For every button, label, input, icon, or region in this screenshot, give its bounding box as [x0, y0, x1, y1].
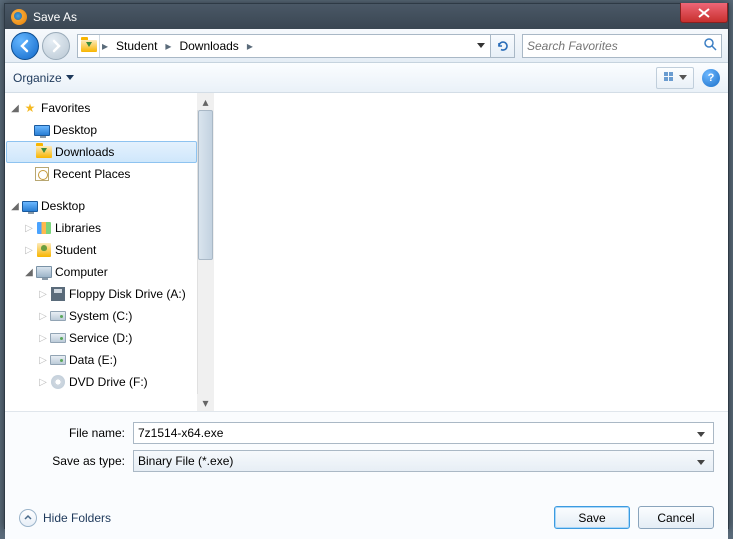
- chevron-down-icon: [477, 43, 485, 48]
- chevron-right-icon[interactable]: ▸: [100, 39, 110, 53]
- body: ◢ ★ Favorites Desktop Downloads Recent P…: [5, 93, 728, 411]
- tree-student[interactable]: ▷ Student: [5, 239, 198, 261]
- path-dropdown[interactable]: [472, 35, 490, 57]
- tree-floppy-a[interactable]: ▷ Floppy Disk Drive (A:): [5, 283, 198, 305]
- scrollbar-thumb[interactable]: [198, 110, 213, 260]
- tree-service-d[interactable]: ▷ Service (D:): [5, 327, 198, 349]
- collapse-icon[interactable]: ◢: [9, 201, 21, 212]
- tree-data-e[interactable]: ▷ Data (E:): [5, 349, 198, 371]
- recent-icon: [35, 167, 49, 181]
- type-value: Binary File (*.exe): [138, 454, 693, 468]
- firefox-icon: [11, 9, 27, 25]
- tree-downloads[interactable]: Downloads: [6, 141, 197, 163]
- chevron-down-icon: [697, 432, 705, 437]
- tree-desktop[interactable]: Desktop: [5, 119, 198, 141]
- scroll-down-button[interactable]: ▾: [197, 394, 214, 411]
- chevron-down-icon: [679, 75, 687, 80]
- forward-button[interactable]: [42, 32, 70, 60]
- save-button[interactable]: Save: [554, 506, 630, 529]
- window-title: Save As: [33, 10, 77, 24]
- expand-icon[interactable]: ▷: [37, 311, 49, 322]
- filename-combo[interactable]: [133, 422, 714, 444]
- chevron-right-icon[interactable]: ▸: [245, 39, 255, 53]
- filename-label: File name:: [19, 426, 133, 440]
- downloads-icon: [36, 146, 52, 158]
- expand-icon[interactable]: ▷: [37, 289, 49, 300]
- expand-icon[interactable]: ▷: [37, 377, 49, 388]
- titlebar: Save As: [5, 4, 728, 29]
- toolbar: Organize ?: [5, 63, 728, 93]
- scroll-up-button[interactable]: ▴: [197, 93, 214, 110]
- tree-desktop-root[interactable]: ◢ Desktop: [5, 195, 198, 217]
- floppy-icon: [51, 287, 65, 301]
- chevron-down-icon: [66, 75, 74, 80]
- navbar: ▸ Student ▸ Downloads ▸: [5, 29, 728, 63]
- path-icon[interactable]: [78, 35, 100, 57]
- expand-icon[interactable]: ▷: [37, 333, 49, 344]
- breadcrumb-student[interactable]: Student: [110, 35, 163, 57]
- search-icon[interactable]: [703, 37, 717, 54]
- arrow-right-icon: [49, 39, 63, 53]
- view-button[interactable]: [656, 67, 694, 89]
- close-icon: [698, 8, 710, 18]
- tree-favorites[interactable]: ◢ ★ Favorites: [5, 97, 198, 119]
- desktop-icon: [34, 125, 50, 136]
- collapse-icon[interactable]: ◢: [23, 267, 35, 278]
- drive-icon: [50, 355, 66, 365]
- folder-tree: ◢ ★ Favorites Desktop Downloads Recent P…: [5, 93, 198, 397]
- filename-dropdown[interactable]: [693, 426, 709, 440]
- dvd-icon: [51, 375, 65, 389]
- user-icon: [37, 243, 51, 257]
- tree-computer[interactable]: ◢ Computer: [5, 261, 198, 283]
- collapse-icon[interactable]: ◢: [9, 103, 21, 114]
- arrow-left-icon: [18, 39, 32, 53]
- save-as-dialog: Save As ▸ Student ▸ Downloads ▸: [4, 3, 729, 529]
- refresh-icon: [496, 39, 510, 53]
- breadcrumb-downloads[interactable]: Downloads: [173, 35, 244, 57]
- file-list[interactable]: [215, 93, 728, 411]
- chevron-down-icon: [697, 460, 705, 465]
- drive-icon: [50, 333, 66, 343]
- tree-pane: ◢ ★ Favorites Desktop Downloads Recent P…: [5, 93, 215, 411]
- type-label: Save as type:: [19, 454, 133, 468]
- breadcrumb: ▸ Student ▸ Downloads ▸: [77, 34, 515, 58]
- tree-libraries[interactable]: ▷ Libraries: [5, 217, 198, 239]
- refresh-button[interactable]: [490, 35, 514, 57]
- desktop-icon: [22, 201, 38, 212]
- expand-icon[interactable]: ▷: [37, 355, 49, 366]
- type-dropdown[interactable]: [693, 454, 709, 468]
- computer-icon: [36, 266, 52, 278]
- tree-dvd-f[interactable]: ▷ DVD Drive (F:): [5, 371, 198, 393]
- search-box[interactable]: [522, 34, 722, 58]
- search-input[interactable]: [527, 39, 703, 53]
- libraries-icon: [37, 222, 51, 234]
- footer: Hide Folders Save Cancel: [5, 488, 728, 539]
- form-pane: File name: Save as type: Binary File (*.…: [5, 411, 728, 488]
- organize-button[interactable]: Organize: [13, 71, 74, 85]
- hide-folders-button[interactable]: Hide Folders: [19, 509, 111, 527]
- back-button[interactable]: [11, 32, 39, 60]
- help-button[interactable]: ?: [702, 69, 720, 87]
- close-button[interactable]: [680, 3, 728, 23]
- tree-system-c[interactable]: ▷ System (C:): [5, 305, 198, 327]
- chevron-up-icon: [19, 509, 37, 527]
- folder-icon: [81, 40, 97, 52]
- type-combo[interactable]: Binary File (*.exe): [133, 450, 714, 472]
- expand-icon[interactable]: ▷: [23, 245, 35, 256]
- view-icon: [664, 72, 678, 84]
- expand-icon[interactable]: ▷: [23, 223, 35, 234]
- filename-input[interactable]: [138, 426, 693, 440]
- chevron-right-icon[interactable]: ▸: [163, 39, 173, 53]
- star-icon: ★: [21, 100, 39, 116]
- drive-icon: [50, 311, 66, 321]
- cancel-button[interactable]: Cancel: [638, 506, 714, 529]
- tree-recent-places[interactable]: Recent Places: [5, 163, 198, 185]
